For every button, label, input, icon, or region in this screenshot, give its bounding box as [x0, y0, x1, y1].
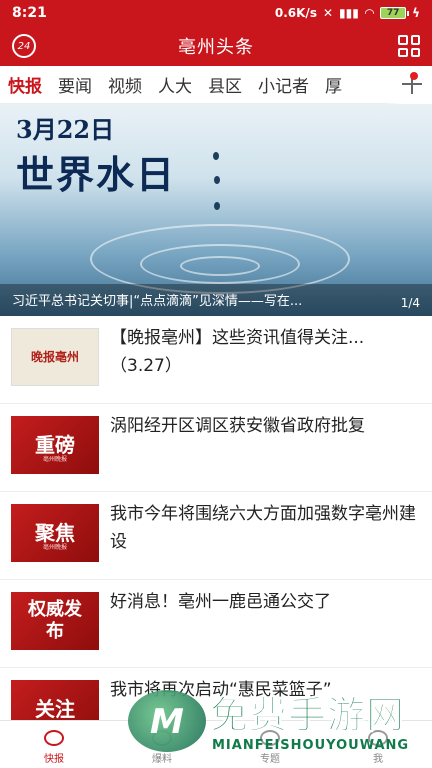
status-indicators: 0.6K/s ✕ ▮▮▮ ◠ 77 ϟ: [275, 6, 420, 20]
tab-renda[interactable]: 人大: [158, 72, 192, 97]
banner-pager: 1/4: [400, 296, 420, 310]
watermark: 免费手游网 MIANFEISHOUYOUWANG: [128, 678, 428, 766]
status-time: 8:21: [12, 5, 47, 21]
banner-headline-text: 世界水日: [16, 153, 177, 197]
charging-icon: ϟ: [412, 6, 420, 20]
banner-carousel[interactable]: 3月22日 世界水日 习近平总书记关切事|“点点滴滴”见深情——写在... 1/…: [0, 104, 432, 316]
news-title[interactable]: 涡阳经开区调区获安徽省政府批复: [110, 412, 418, 440]
news-item[interactable]: 权威发布 好消息！亳州一鹿邑通公交了: [0, 580, 432, 668]
nav-label: 快报: [44, 754, 64, 765]
news-title[interactable]: 我市今年将围绕六大方面加强数字亳州建设: [110, 500, 418, 556]
news-thumbnail: 重磅 亳州晚报: [11, 416, 99, 474]
water-drop: [214, 176, 220, 184]
tab-hou[interactable]: 厚: [325, 72, 342, 97]
thumb-label: 关注: [35, 697, 75, 721]
channel-tabs: 快报 要闻 视频 人大 县区 小记者 厚: [0, 66, 432, 104]
signal-icon: ▮▮▮: [339, 6, 359, 20]
tab-xianqu[interactable]: 县区: [208, 72, 242, 97]
water-drop: [214, 202, 220, 210]
tab-yaowen[interactable]: 要闻: [58, 72, 92, 97]
news-item[interactable]: 重磅 亳州晚报 涡阳经开区调区获安徽省政府批复: [0, 404, 432, 492]
battery-icon: 77: [380, 7, 410, 19]
banner-caption[interactable]: 习近平总书记关切事|“点点滴滴”见深情——写在...: [12, 290, 382, 309]
24-hour-icon[interactable]: 24: [12, 34, 36, 58]
thumb-sublabel: 亳州晚报: [42, 544, 67, 551]
net-speed: 0.6K/s: [274, 6, 317, 20]
water-drop: [213, 152, 219, 160]
news-thumbnail: 晚报亳州: [11, 328, 99, 386]
notification-dot: [410, 72, 418, 80]
status-bar: 8:21 0.6K/s ✕ ▮▮▮ ◠ 77 ϟ: [0, 0, 432, 26]
app-header: 24 亳州头条: [0, 26, 432, 66]
news-item[interactable]: 晚报亳州 【晚报亳州】这些资讯值得关注...（3.27）: [0, 316, 432, 404]
thumb-sublabel: 亳州晚报: [42, 456, 67, 463]
ripple-ring: [180, 256, 260, 276]
tab-shipin[interactable]: 视频: [108, 72, 142, 97]
news-title[interactable]: 【晚报亳州】这些资讯值得关注...（3.27）: [110, 324, 418, 380]
banner-date-text: 3月22日: [16, 115, 115, 144]
grid-menu-icon[interactable]: [398, 35, 420, 57]
mute-icon: ✕: [322, 6, 334, 20]
news-thumbnail: 聚焦 亳州晚报: [11, 504, 99, 562]
page-title: 亳州头条: [178, 37, 254, 58]
thumb-label: 权威发布: [28, 599, 82, 642]
news-title[interactable]: 好消息！亳州一鹿邑通公交了: [110, 588, 418, 616]
watermark-subtitle: MIANFEISHOUYOUWANG: [212, 738, 410, 753]
news-thumbnail: 权威发布: [11, 592, 99, 650]
tab-kuaibao[interactable]: 快报: [8, 72, 42, 97]
wifi-icon: ◠: [364, 6, 375, 20]
news-item[interactable]: 聚焦 亳州晚报 我市今年将围绕六大方面加强数字亳州建设: [0, 492, 432, 580]
nav-kuaibao[interactable]: 快报: [0, 721, 108, 768]
watermark-logo-icon: [128, 690, 206, 752]
watermark-title: 免费手游网: [209, 693, 406, 738]
home-icon: [44, 730, 64, 746]
tab-xiaojizhe[interactable]: 小记者: [258, 72, 309, 97]
